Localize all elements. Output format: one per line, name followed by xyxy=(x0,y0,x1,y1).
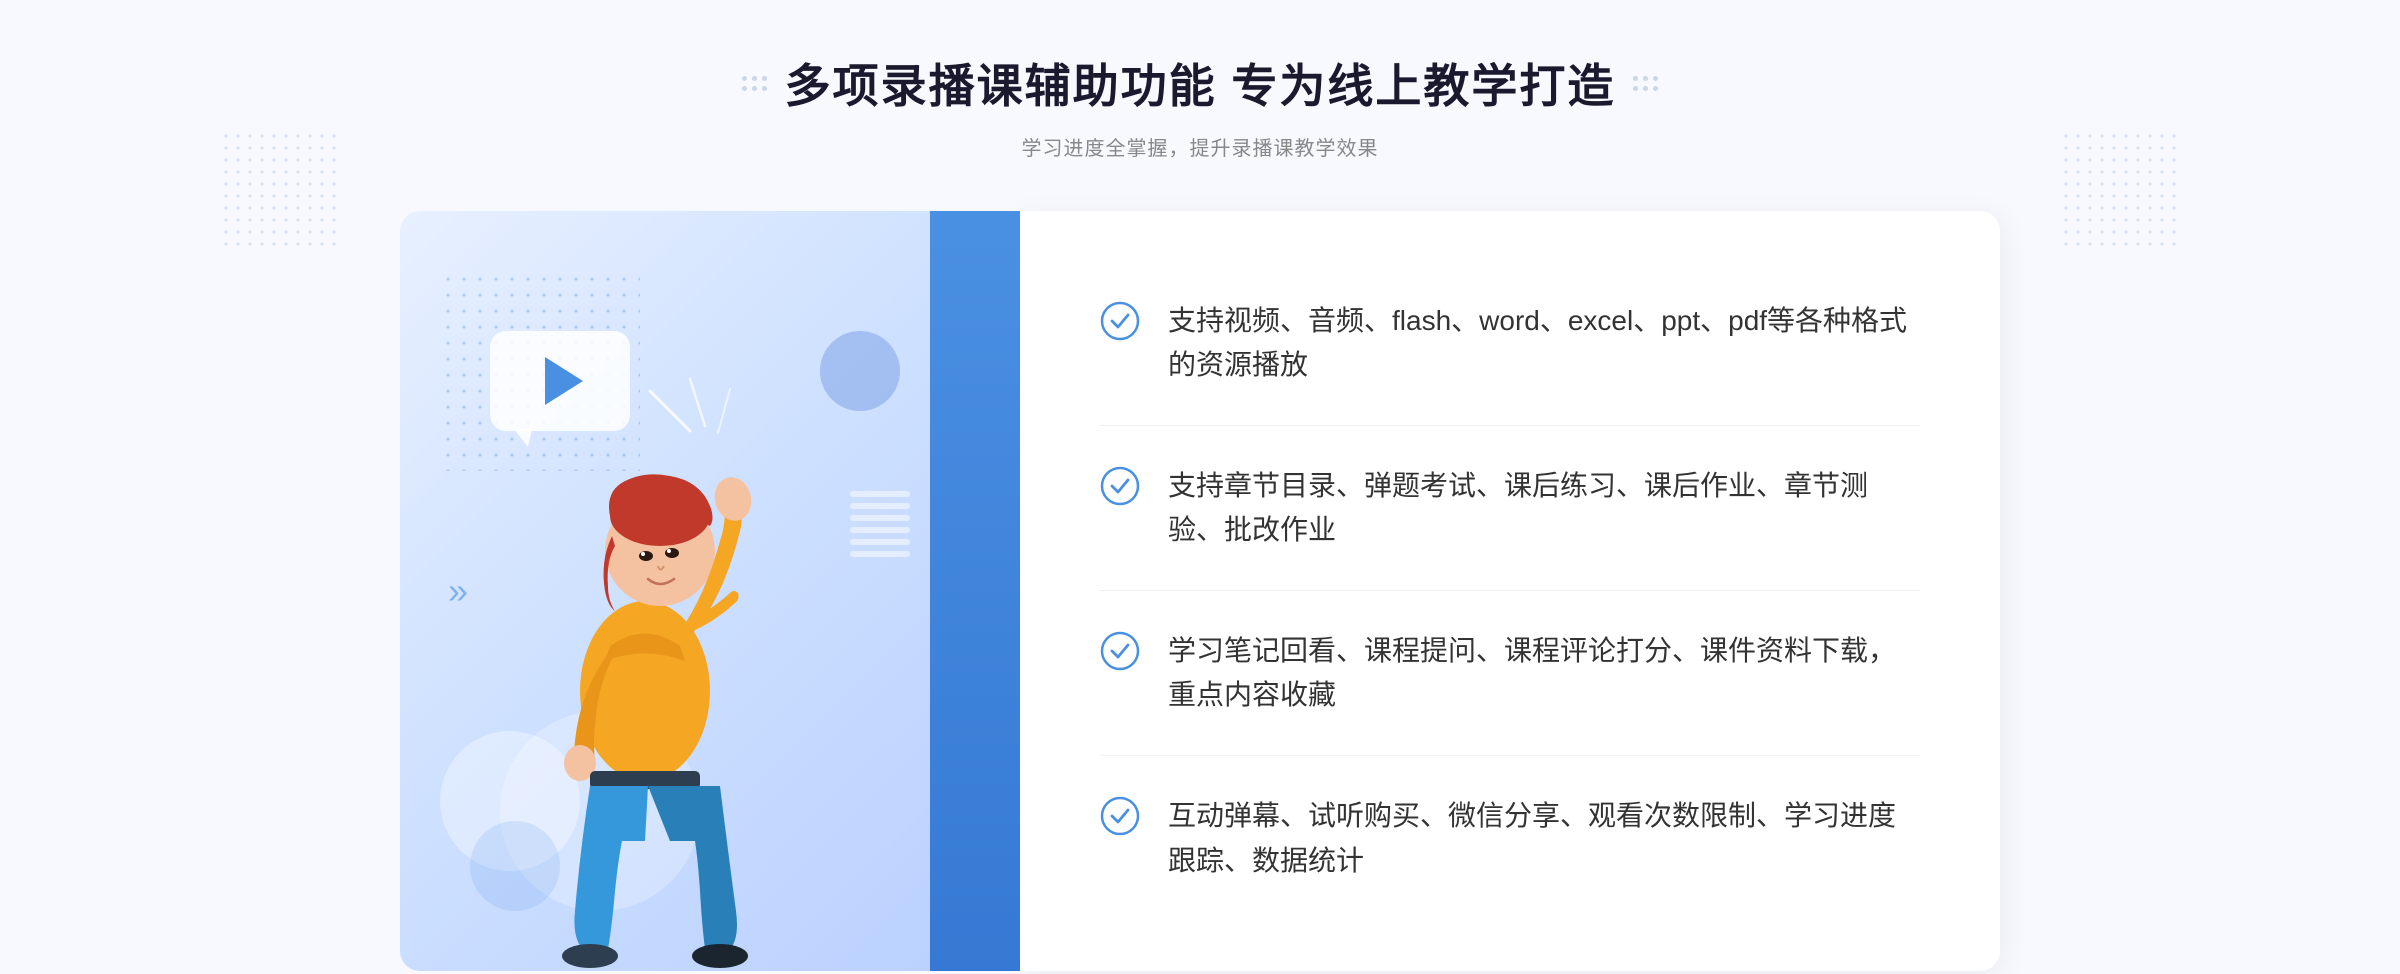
page-container: 多项录播课辅助功能 专为线上教学打造 学习进度全掌握，提升录播课教学效果 » xyxy=(0,0,2400,974)
dots-icon-left xyxy=(742,76,767,91)
illustration-panel xyxy=(400,211,1020,971)
check-icon-4 xyxy=(1100,796,1140,836)
blue-bar-decoration xyxy=(930,211,1020,971)
feature-text-1: 支持视频、音频、flash、word、excel、ppt、pdf等各种格式的资源… xyxy=(1168,299,1920,389)
chevron-decoration: » xyxy=(448,570,468,612)
feature-text-2: 支持章节目录、弹题考试、课后练习、课后作业、章节测验、批改作业 xyxy=(1168,464,1920,554)
check-icon-2 xyxy=(1100,466,1140,506)
features-panel: 支持视频、音频、flash、word、excel、ppt、pdf等各种格式的资源… xyxy=(1020,211,2000,971)
blue-circle-bottom xyxy=(470,821,560,911)
feature-item-1: 支持视频、音频、flash、word、excel、ppt、pdf等各种格式的资源… xyxy=(1100,281,1920,407)
decorative-dots-right xyxy=(2060,130,2180,250)
feature-text-3: 学习笔记回看、课程提问、课程评论打分、课件资料下载，重点内容收藏 xyxy=(1168,629,1920,719)
main-content: » xyxy=(400,211,2000,971)
stripes-decoration xyxy=(850,491,910,571)
divider-2 xyxy=(1100,590,1920,591)
divider-1 xyxy=(1100,425,1920,426)
feature-item-2: 支持章节目录、弹题考试、课后练习、课后作业、章节测验、批改作业 xyxy=(1100,446,1920,572)
check-icon-3 xyxy=(1100,631,1140,671)
dots-icon-right xyxy=(1633,76,1658,91)
header-section: 多项录播课辅助功能 专为线上教学打造 学习进度全掌握，提升录播课教学效果 xyxy=(742,50,1659,161)
feature-text-4: 互动弹幕、试听购买、微信分享、观看次数限制、学习进度跟踪、数据统计 xyxy=(1168,794,1920,884)
feature-item-4: 互动弹幕、试听购买、微信分享、观看次数限制、学习进度跟踪、数据统计 xyxy=(1100,776,1920,902)
feature-item-3: 学习笔记回看、课程提问、课程评论打分、课件资料下载，重点内容收藏 xyxy=(1100,611,1920,737)
page-title: 多项录播课辅助功能 专为线上教学打造 xyxy=(785,50,1616,116)
check-icon-1 xyxy=(1100,301,1140,341)
page-subtitle: 学习进度全掌握，提升录播课教学效果 xyxy=(742,132,1659,161)
decorative-dots-left xyxy=(220,130,340,250)
divider-3 xyxy=(1100,755,1920,756)
